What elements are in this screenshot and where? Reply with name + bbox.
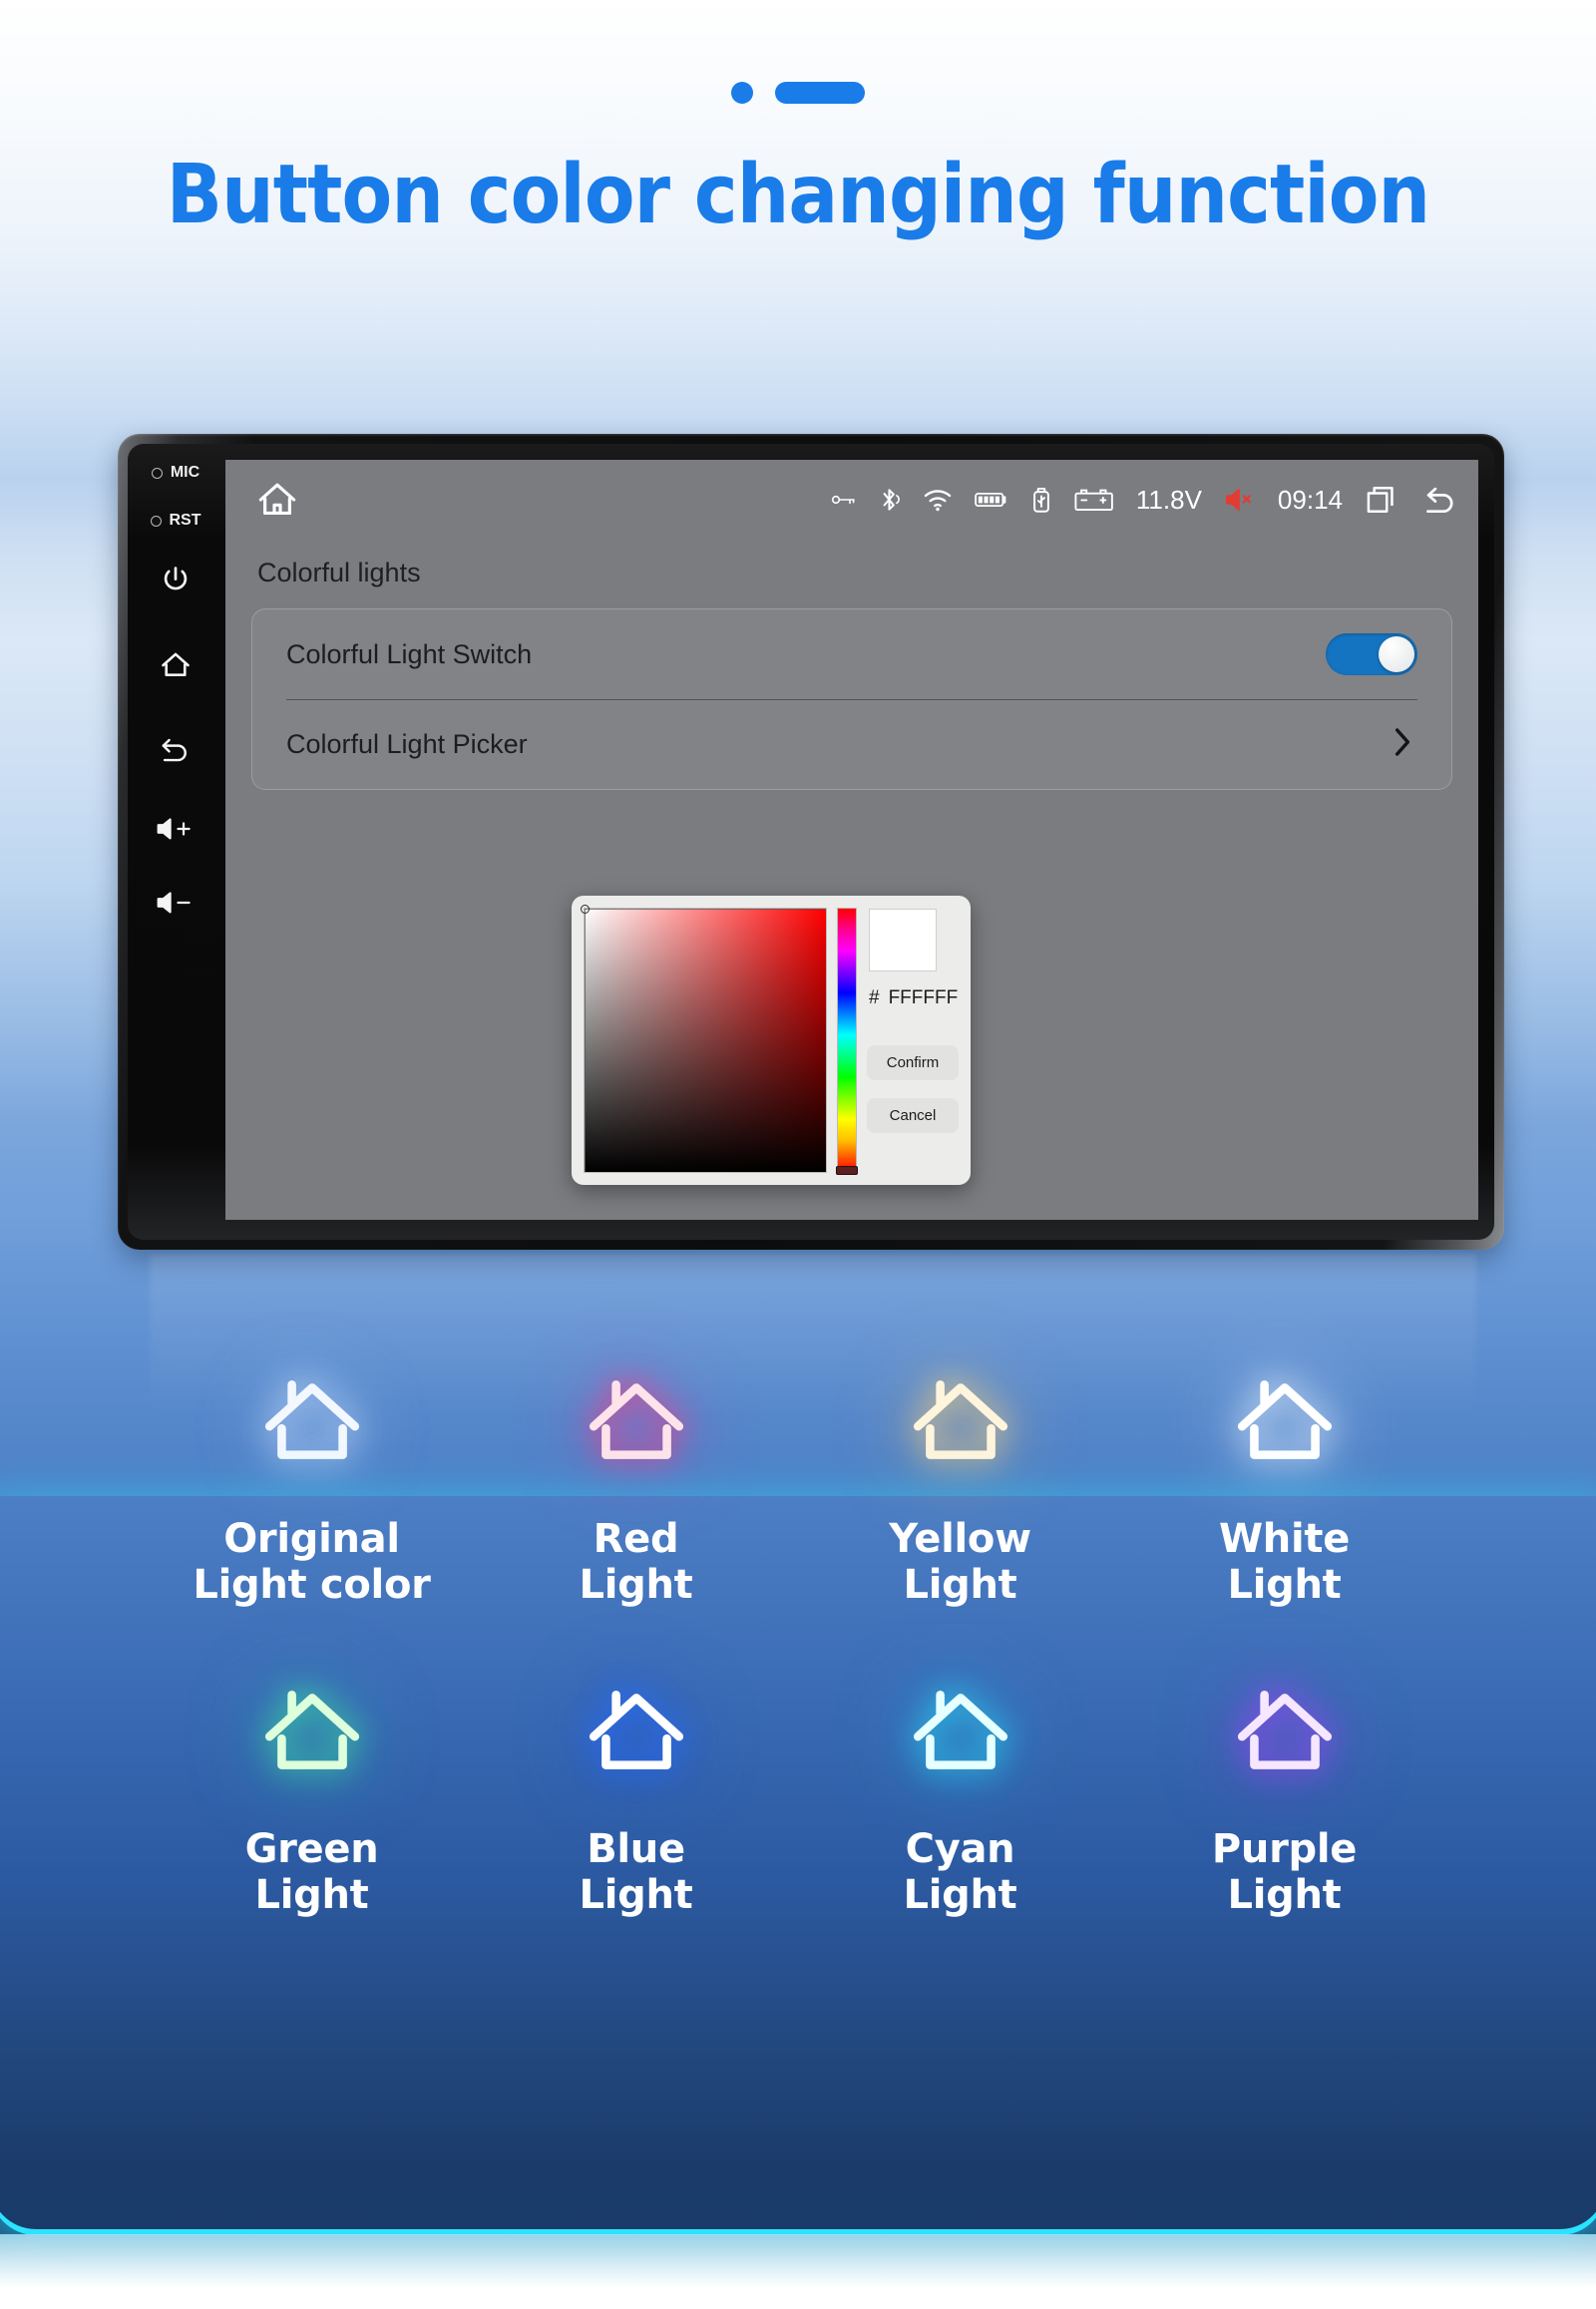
sv-vertical-guide: [585, 909, 586, 1172]
usb-icon: [1030, 485, 1052, 515]
reset-hole-icon[interactable]: [150, 515, 162, 527]
house-icon: [256, 1677, 368, 1788]
light-cell-white-light[interactable]: White Light: [1122, 1366, 1446, 1609]
status-home-icon[interactable]: [249, 472, 305, 528]
status-bar: 11.8V 09:14: [225, 460, 1478, 540]
house-icon: [905, 1366, 1016, 1478]
house-icon: [1229, 1677, 1341, 1788]
light-label: Green Light: [244, 1825, 379, 1919]
sv-horizontal-guide: [585, 909, 826, 910]
back-icon[interactable]: [158, 733, 194, 765]
saturation-value-square[interactable]: [581, 905, 827, 1173]
row-label-picker: Colorful Light Picker: [286, 729, 528, 759]
volume-down-icon[interactable]: [155, 889, 197, 917]
toggle-knob: [1379, 636, 1414, 672]
hex-value[interactable]: FFFFFF: [889, 987, 959, 1009]
page-title: Button color changing function: [166, 148, 1430, 242]
settings-card: Colorful Light Switch Colorful Light Pic…: [251, 608, 1452, 790]
settings-page-title: Colorful lights: [257, 558, 421, 587]
light-color-grid: Original Light color Red Light Yellow Li…: [0, 1366, 1596, 1919]
light-cell-purple-light[interactable]: Purple Light: [1122, 1677, 1446, 1919]
light-cell-yellow-light[interactable]: Yellow Light: [798, 1366, 1122, 1609]
light-label: Purple Light: [1211, 1825, 1358, 1919]
pill-indicator: [775, 82, 865, 104]
back-arrow-icon[interactable]: [1420, 483, 1458, 517]
bottom-fade: [0, 2234, 1596, 2309]
clock: 09:14: [1277, 484, 1343, 515]
status-icons-group: 11.8V 09:14: [831, 483, 1464, 517]
light-label: Yellow Light: [889, 1516, 1031, 1609]
key-icon: [831, 491, 857, 509]
light-cell-red-light[interactable]: Red Light: [474, 1366, 798, 1609]
house-icon: [256, 1366, 368, 1478]
top-indicator: [0, 82, 1596, 104]
colorful-light-switch-toggle[interactable]: [1326, 633, 1417, 675]
device-frame: MIC RST 11.8V 09:14 Colorful lights Colo…: [118, 434, 1504, 1250]
mic-label: MIC: [170, 464, 200, 481]
wifi-icon: [923, 487, 953, 513]
power-icon[interactable]: [159, 564, 193, 597]
house-icon: [1229, 1366, 1341, 1478]
device-screen: 11.8V 09:14 Colorful lights Colorful Lig…: [225, 460, 1478, 1220]
color-picker-dialog[interactable]: # FFFFFF Confirm Cancel: [572, 896, 971, 1185]
light-cell-original-light-color[interactable]: Original Light color: [150, 1366, 474, 1609]
house-icon: [581, 1677, 692, 1788]
light-cell-cyan-light[interactable]: Cyan Light: [798, 1677, 1122, 1919]
light-label: Cyan Light: [903, 1825, 1017, 1919]
picker-side-panel: # FFFFFF Confirm Cancel: [867, 908, 959, 1173]
color-preview-swatch: [869, 909, 937, 971]
light-label: Red Light: [579, 1516, 693, 1609]
hue-slider[interactable]: [835, 908, 858, 1175]
battery-icon: [975, 490, 1008, 510]
light-label: Original Light color: [193, 1516, 431, 1609]
speaker-mute-icon[interactable]: [1224, 486, 1256, 514]
home-icon[interactable]: [158, 647, 194, 683]
light-label: Blue Light: [579, 1825, 693, 1919]
mic-indicator: MIC: [151, 464, 200, 482]
cancel-button[interactable]: Cancel: [867, 1098, 959, 1133]
volume-up-icon[interactable]: [155, 815, 197, 843]
page-root: Button color changing function MIC RST 1…: [0, 0, 1596, 2309]
bluetooth-icon: [879, 486, 901, 514]
car-battery-icon: [1074, 487, 1114, 513]
house-icon: [905, 1677, 1016, 1788]
dot-indicator: [731, 82, 753, 104]
house-icon: [581, 1366, 692, 1478]
light-cell-green-light[interactable]: Green Light: [150, 1677, 474, 1919]
light-label: White Light: [1218, 1516, 1351, 1609]
row-label-switch: Colorful Light Switch: [286, 638, 533, 669]
reset-label: RST: [169, 512, 201, 529]
device-left-bezel: MIC RST: [132, 450, 219, 1234]
hex-value-row[interactable]: # FFFFFF: [869, 987, 958, 1009]
chevron-right-icon[interactable]: [1388, 722, 1417, 767]
hue-slider-handle[interactable]: [835, 1166, 858, 1175]
row-colorful-light-switch[interactable]: Colorful Light Switch: [286, 609, 1417, 699]
mic-hole-icon: [151, 467, 163, 479]
car-head-unit: MIC RST 11.8V 09:14 Colorful lights Colo…: [118, 434, 1504, 1250]
reset-indicator[interactable]: RST: [150, 512, 201, 530]
confirm-button[interactable]: Confirm: [867, 1045, 959, 1080]
hash-symbol: #: [869, 987, 880, 1008]
light-cell-blue-light[interactable]: Blue Light: [474, 1677, 798, 1919]
voltage-value: 11.8V: [1135, 484, 1202, 515]
settings-page: Colorful lights Colorful Light Switch Co…: [225, 540, 1478, 790]
row-colorful-light-picker[interactable]: Colorful Light Picker: [286, 699, 1417, 789]
sv-cursor-handle[interactable]: [581, 905, 590, 914]
recent-apps-icon[interactable]: [1365, 483, 1398, 517]
